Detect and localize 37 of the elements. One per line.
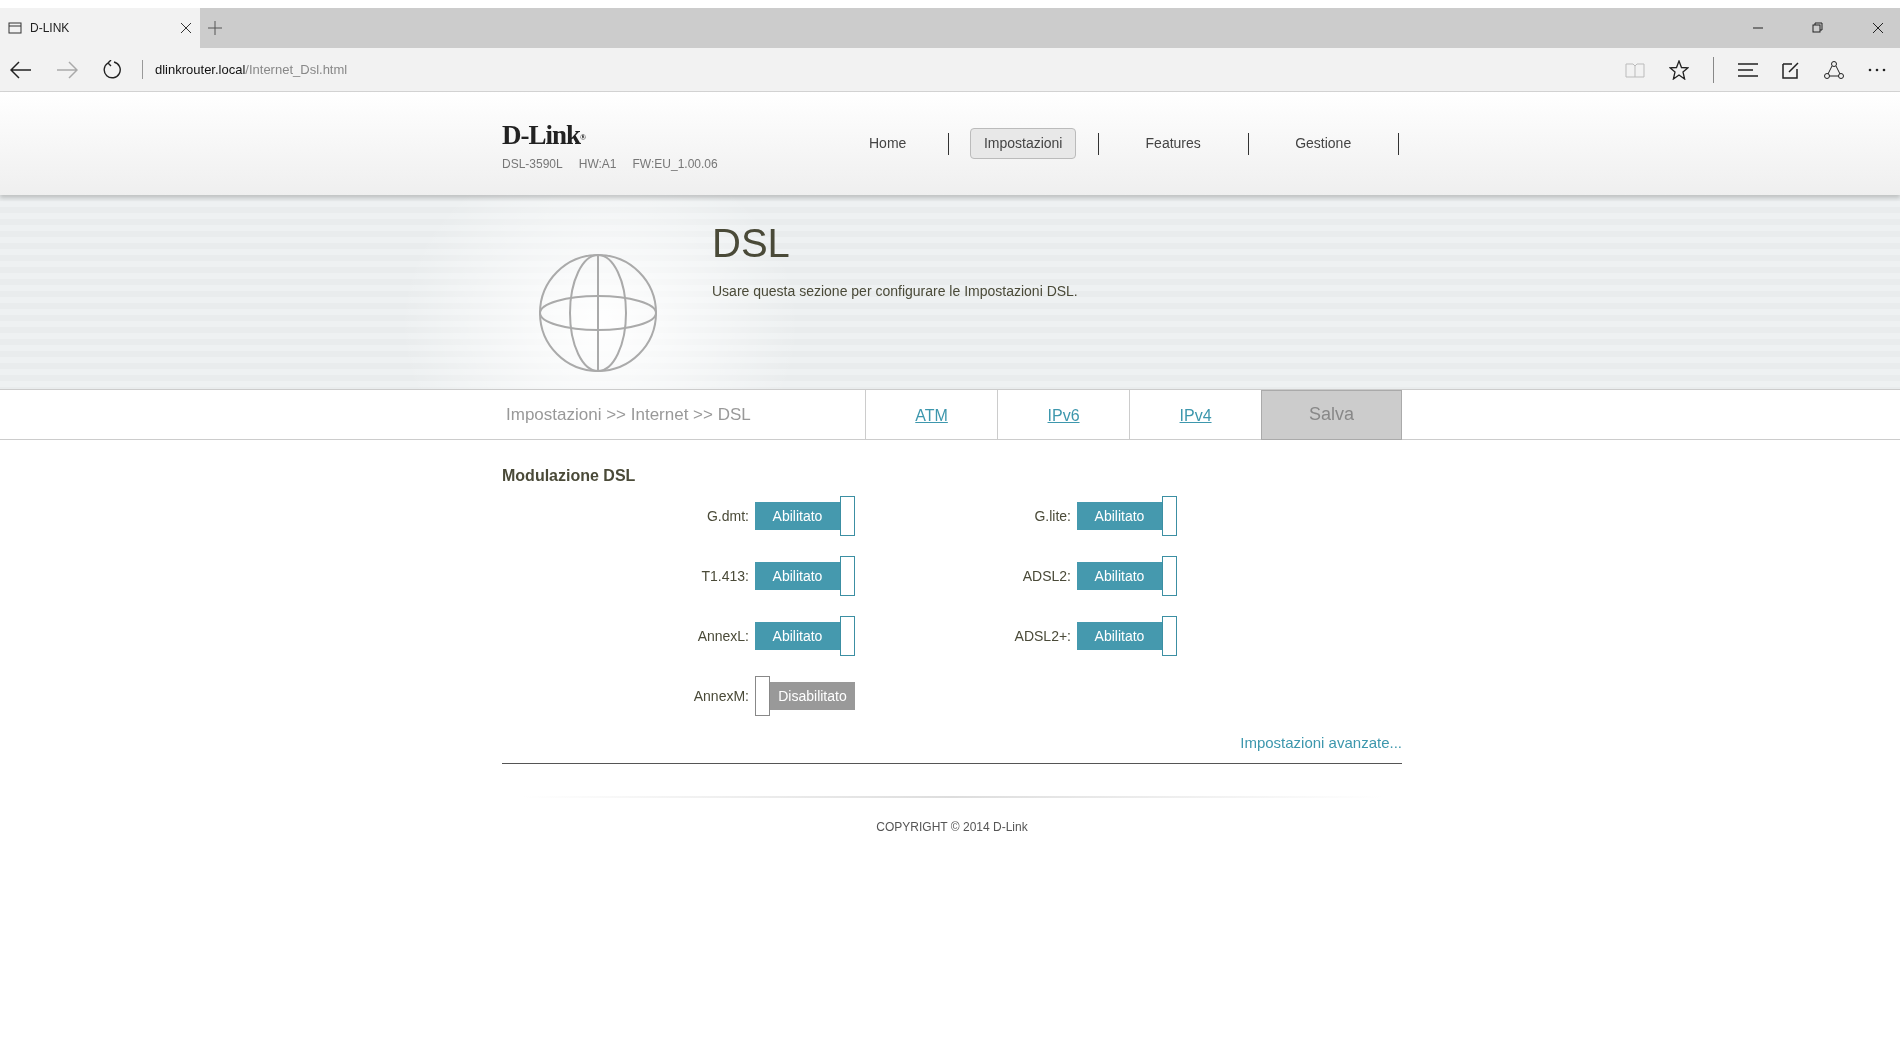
tab-link[interactable]: ATM	[865, 389, 998, 440]
nav-tab[interactable]: Home	[855, 128, 921, 159]
more-icon[interactable]	[1868, 67, 1886, 72]
copyright-text: COPYRIGHT © 2014 D-Link	[876, 819, 1028, 834]
note-pen-icon[interactable]	[1782, 60, 1800, 79]
toggle-label: ADSL2+:	[1014, 627, 1071, 644]
toggle-label: G.dmt:	[707, 507, 749, 524]
menu-lines-icon[interactable]	[1738, 62, 1758, 77]
toggle-label: AnnexL:	[697, 627, 749, 644]
share-icon[interactable]	[1824, 59, 1844, 80]
save-button[interactable]: Salva	[1261, 389, 1402, 440]
page-title: DSL	[712, 220, 791, 267]
page-icon	[8, 22, 22, 34]
firmware-version: FW:EU_1.00.06	[632, 156, 718, 173]
tab-link[interactable]: IPv6	[997, 389, 1130, 440]
globe-icon	[538, 253, 658, 373]
logo: D-Link$^{®}$	[502, 122, 586, 149]
section-title: Modulazione DSL	[502, 466, 636, 486]
star-icon[interactable]	[1669, 59, 1689, 80]
restore-icon[interactable]	[1812, 22, 1824, 34]
nav-tab[interactable]: Impostazioni	[969, 128, 1077, 159]
back-arrow-icon[interactable]	[10, 60, 32, 79]
address-field[interactable]: dlinkrouter.local/Internet_Dsl.html	[142, 59, 348, 80]
toggle-label: ADSL2:	[1022, 567, 1071, 584]
hardware-version: HW:A1	[578, 156, 617, 173]
nav-tab[interactable]: Features	[1131, 128, 1215, 159]
close-icon[interactable]	[1872, 22, 1884, 34]
page-description: Usare questa sezione per configurare le Impostazioni DSL.	[712, 282, 1078, 301]
toggle-label: G.lite:	[1034, 507, 1071, 524]
close-icon[interactable]	[180, 22, 192, 34]
nav-tab[interactable]: Gestione	[1281, 128, 1366, 159]
refresh-icon[interactable]	[102, 59, 122, 80]
breadcrumb: Impostazioni >> Internet >> DSL	[506, 403, 752, 426]
advanced-settings-link[interactable]: Impostazioni avanzate...	[1240, 732, 1402, 755]
toggle-label: AnnexM:	[693, 687, 749, 704]
toggle-label: T1.413:	[701, 567, 749, 584]
model-text: DSL-3590L	[502, 156, 563, 173]
